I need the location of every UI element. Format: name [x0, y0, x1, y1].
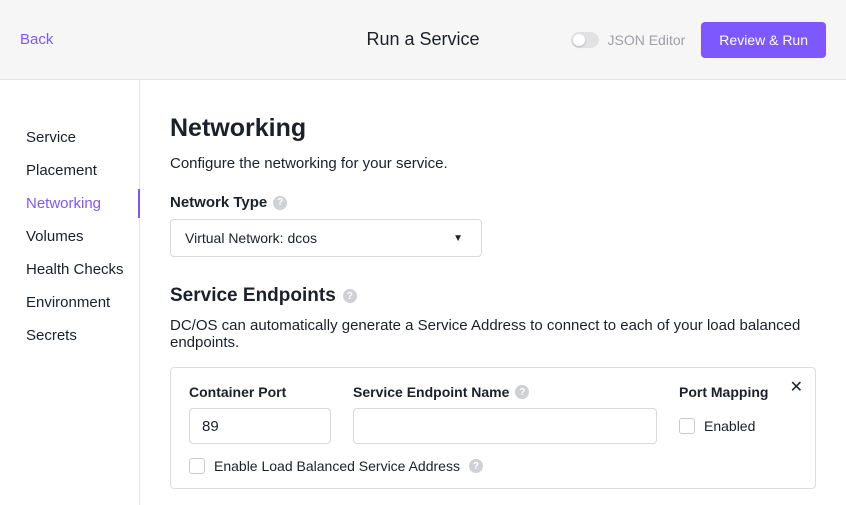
port-mapping-label: Port Mapping: [679, 384, 789, 400]
service-endpoints-desc: DC/OS can automatically generate a Servi…: [170, 317, 816, 351]
sidebar-item-environment[interactable]: Environment: [0, 286, 139, 319]
chevron-down-icon: ▼: [453, 233, 463, 244]
help-icon[interactable]: ?: [515, 385, 529, 399]
service-endpoint-name-field: Service Endpoint Name ?: [353, 384, 657, 444]
help-icon[interactable]: ?: [273, 196, 287, 210]
port-mapping-row: Enabled: [679, 408, 789, 444]
network-type-label: Network Type ?: [170, 194, 816, 211]
network-type-select[interactable]: Virtual Network: dcos ▼: [170, 219, 482, 257]
json-editor-toggle[interactable]: [571, 32, 599, 48]
container-port-label: Container Port: [189, 384, 331, 400]
network-type-label-text: Network Type: [170, 194, 267, 211]
sidebar-item-placement[interactable]: Placement: [0, 154, 139, 187]
network-type-value: Virtual Network: dcos: [185, 230, 317, 246]
service-endpoints-title-text: Service Endpoints: [170, 285, 336, 307]
help-icon[interactable]: ?: [469, 459, 483, 473]
port-mapping-field: Port Mapping Enabled: [679, 384, 789, 444]
sidebar-item-secrets[interactable]: Secrets: [0, 319, 139, 352]
endpoint-box: ✕ Container Port Service Endpoint Name ?…: [170, 367, 816, 489]
port-mapping-enabled-label: Enabled: [704, 418, 755, 434]
service-endpoint-name-label: Service Endpoint Name ?: [353, 384, 657, 400]
close-icon[interactable]: ✕: [790, 380, 803, 396]
port-mapping-checkbox[interactable]: [679, 418, 695, 434]
main-content: Networking Configure the networking for …: [140, 80, 846, 505]
service-endpoints-title: Service Endpoints ?: [170, 285, 816, 307]
sidebar-item-volumes[interactable]: Volumes: [0, 220, 139, 253]
help-icon[interactable]: ?: [343, 289, 357, 303]
json-editor-label: JSON Editor: [607, 32, 685, 48]
sidebar-item-networking[interactable]: Networking: [0, 187, 139, 220]
container-port-field: Container Port: [189, 384, 331, 444]
sidebar: Service Placement Networking Volumes Hea…: [0, 80, 140, 505]
header-right: JSON Editor Review & Run: [571, 22, 826, 58]
page-title: Networking: [170, 114, 816, 143]
page-header-title: Run a Service: [366, 29, 479, 50]
endpoint-row-top: Container Port Service Endpoint Name ? P…: [189, 384, 797, 444]
sidebar-item-service[interactable]: Service: [0, 121, 139, 154]
service-endpoint-name-input[interactable]: [353, 408, 657, 444]
load-balanced-label: Enable Load Balanced Service Address: [214, 458, 460, 474]
header: Back Run a Service JSON Editor Review & …: [0, 0, 846, 80]
body: Service Placement Networking Volumes Hea…: [0, 80, 846, 505]
sidebar-item-health-checks[interactable]: Health Checks: [0, 253, 139, 286]
back-link[interactable]: Back: [20, 31, 53, 48]
review-run-button[interactable]: Review & Run: [701, 22, 826, 58]
service-endpoint-name-label-text: Service Endpoint Name: [353, 384, 509, 400]
json-editor-toggle-wrap: JSON Editor: [571, 32, 685, 48]
container-port-input[interactable]: [189, 408, 331, 444]
load-balanced-checkbox[interactable]: [189, 458, 205, 474]
page-subtitle: Configure the networking for your servic…: [170, 155, 816, 172]
load-balanced-row: Enable Load Balanced Service Address ?: [189, 458, 797, 474]
